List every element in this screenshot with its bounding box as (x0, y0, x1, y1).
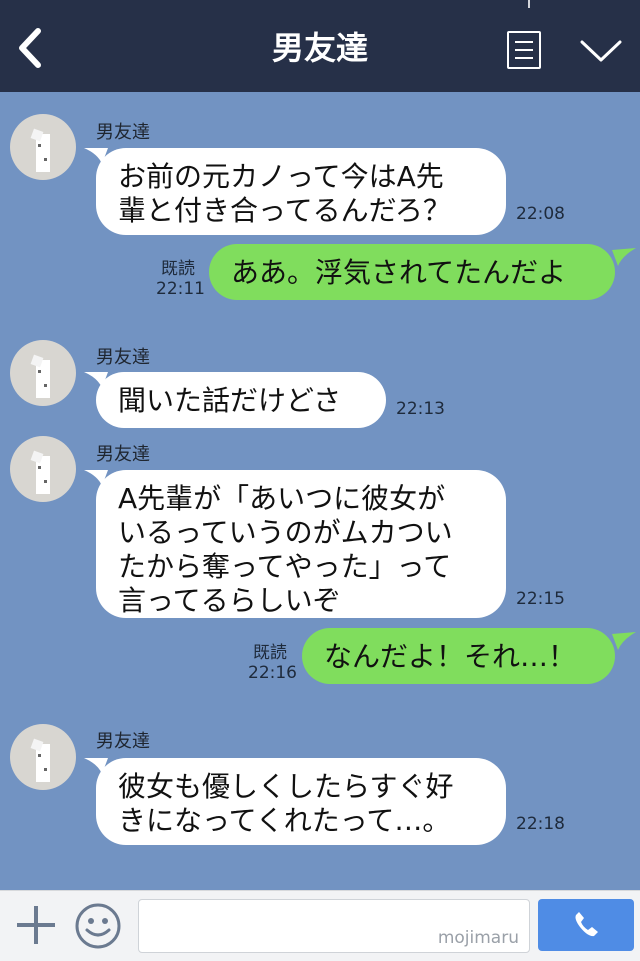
avatar[interactable] (10, 114, 76, 180)
avatar[interactable] (10, 340, 76, 406)
chevron-down-icon[interactable] (580, 36, 622, 66)
message-bubble[interactable]: 聞いた話だけどさ (96, 372, 386, 428)
message-time: 22:18 (516, 814, 565, 834)
message-bubble[interactable]: お前の元カノって今はA先 輩と付き合ってるんだろ？ (96, 148, 506, 235)
smile-icon[interactable] (74, 902, 122, 950)
sender-name: 男友達 (96, 347, 150, 368)
message-time: 22:11 (156, 279, 205, 299)
sender-name: 男友達 (96, 731, 150, 752)
my-message-bubble[interactable]: ああ。浮気されてたんだよ (209, 244, 615, 300)
read-receipt: 既読 22:16 (248, 643, 297, 683)
call-button[interactable] (538, 899, 634, 951)
my-message-bubble[interactable]: なんだよ！それ…！ (302, 628, 615, 684)
phone-icon (575, 912, 598, 937)
bubble-tail (612, 632, 636, 650)
chat-header: 男友達 (0, 0, 640, 92)
message-bubble[interactable]: A先輩が「あいつに彼女が いるっていうのがムカつい たから奪ってやった」って 言… (96, 470, 506, 618)
message-list[interactable]: 男友達 お前の元カノって今はA先 輩と付き合ってるんだろ？ 22:08 既読 2… (0, 92, 640, 890)
avatar[interactable] (10, 436, 76, 502)
sender-name: 男友達 (96, 444, 150, 465)
read-label: 既読 (161, 259, 195, 279)
input-bar: mojimaru (0, 890, 640, 961)
read-receipt: 既読 22:11 (156, 259, 205, 299)
message-time: 22:15 (516, 589, 565, 609)
message-bubble[interactable]: 彼女も優しくしたらすぐ好 きになってくれたって…。 (96, 758, 506, 845)
avatar[interactable] (10, 724, 76, 790)
bubble-tail (612, 248, 636, 266)
message-time: 22:16 (248, 663, 297, 683)
sender-name: 男友達 (96, 122, 150, 143)
message-time: 22:08 (516, 204, 565, 224)
plus-icon[interactable] (14, 903, 58, 947)
message-time: 22:13 (396, 399, 445, 419)
menu-icon[interactable] (507, 31, 541, 69)
message-input[interactable]: mojimaru (138, 899, 530, 953)
chat-title: 男友達 (271, 29, 368, 67)
watermark: mojimaru (437, 928, 519, 948)
read-label: 既読 (253, 643, 287, 663)
